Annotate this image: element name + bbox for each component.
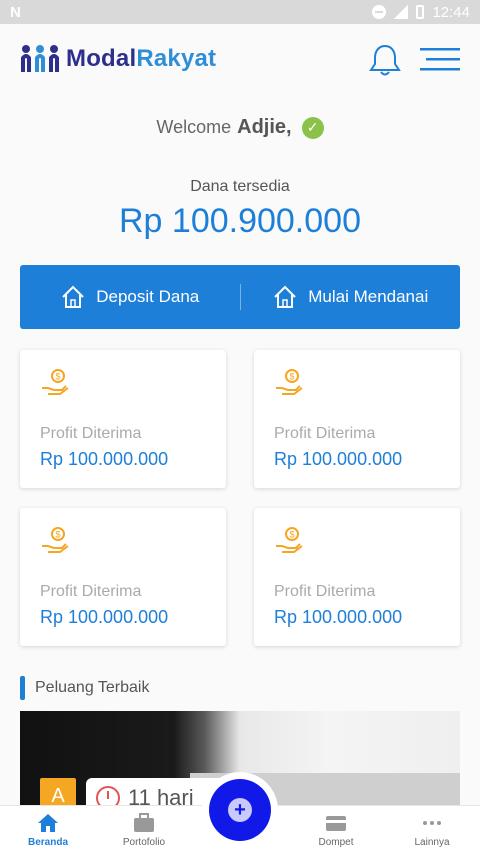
wallet-icon <box>326 815 346 831</box>
app-header: ModalRakyat <box>0 24 480 94</box>
money-hand-icon: $ <box>42 369 69 395</box>
battery-icon <box>416 5 425 19</box>
add-fab-button[interactable]: + <box>209 779 271 841</box>
section-title: Peluang Terbaik <box>35 679 150 696</box>
nav-beranda[interactable]: Beranda <box>0 806 96 854</box>
n-icon: N <box>10 3 21 21</box>
more-icon <box>423 820 441 825</box>
signal-icon <box>394 5 409 19</box>
hamburger-menu-icon[interactable] <box>418 46 462 74</box>
nav-portofolio[interactable]: Portofolio <box>96 806 192 854</box>
profit-card[interactable]: $ Profit Diterima Rp 100.000.000 <box>20 508 226 646</box>
card-label: Profit Diterima <box>40 425 142 442</box>
money-hand-icon: $ <box>276 369 303 395</box>
balance-value: Rp 100.900.000 <box>119 202 361 240</box>
card-label: Profit Diterima <box>40 583 142 600</box>
card-value: Rp 100.000.000 <box>40 449 169 469</box>
verified-check-icon: ✓ <box>301 116 324 139</box>
action-bar: Deposit Dana Mulai Mendanai <box>20 265 460 329</box>
briefcase-icon <box>134 812 154 832</box>
svg-text:$: $ <box>290 530 295 540</box>
money-hand-icon: $ <box>42 527 69 553</box>
nav-portofolio-label: Portofolio <box>122 836 166 848</box>
app-logo: ModalRakyat <box>20 44 216 74</box>
home-icon <box>62 285 84 308</box>
card-label: Profit Diterima <box>274 583 376 600</box>
card-value: Rp 100.000.000 <box>40 607 169 627</box>
deposit-dana-label: Deposit Dana <box>96 287 200 306</box>
welcome-prefix: Welcome <box>156 117 232 137</box>
user-name: Adjie, <box>237 116 292 138</box>
do-not-disturb-icon <box>372 5 387 19</box>
section-header: Peluang Terbaik <box>20 676 149 700</box>
svg-text:$: $ <box>290 372 295 382</box>
profit-card[interactable]: $ Profit Diterima Rp 100.000.000 <box>254 508 460 646</box>
svg-text:$: $ <box>56 372 61 382</box>
home-icon <box>38 813 58 832</box>
section-accent-bar <box>20 676 25 700</box>
nav-beranda-label: Beranda <box>27 836 68 848</box>
status-time: 12:44 <box>432 3 470 21</box>
card-value: Rp 100.000.000 <box>274 449 403 469</box>
profit-card[interactable]: $ Profit Diterima Rp 100.000.000 <box>20 350 226 488</box>
nav-lainnya-label: Lainnya <box>414 836 450 848</box>
nav-dompet-label: Dompet <box>318 836 354 848</box>
nav-dompet[interactable]: Dompet <box>288 806 384 854</box>
deposit-dana-button[interactable]: Deposit Dana <box>20 265 240 329</box>
logo-text-modal: Modal <box>66 45 137 72</box>
card-label: Profit Diterima <box>274 425 376 442</box>
card-value: Rp 100.000.000 <box>274 607 403 627</box>
mulai-mendanai-button[interactable]: Mulai Mendanai <box>241 265 461 329</box>
logo-mark-icon <box>21 45 59 72</box>
logo-text-rakyat: Rakyat <box>136 45 217 72</box>
home-icon <box>274 285 296 308</box>
mulai-mendanai-label: Mulai Mendanai <box>308 287 429 306</box>
welcome-line: Welcome Adjie, ✓ <box>0 116 480 139</box>
money-hand-icon: $ <box>276 527 303 553</box>
status-bar: N 12:44 <box>0 0 480 24</box>
balance-label: Dana tersedia <box>190 178 290 195</box>
bell-icon[interactable] <box>368 42 402 78</box>
svg-text:$: $ <box>56 530 61 540</box>
plus-icon: + <box>228 798 252 822</box>
profit-card[interactable]: $ Profit Diterima Rp 100.000.000 <box>254 350 460 488</box>
nav-lainnya[interactable]: Lainnya <box>384 806 480 854</box>
